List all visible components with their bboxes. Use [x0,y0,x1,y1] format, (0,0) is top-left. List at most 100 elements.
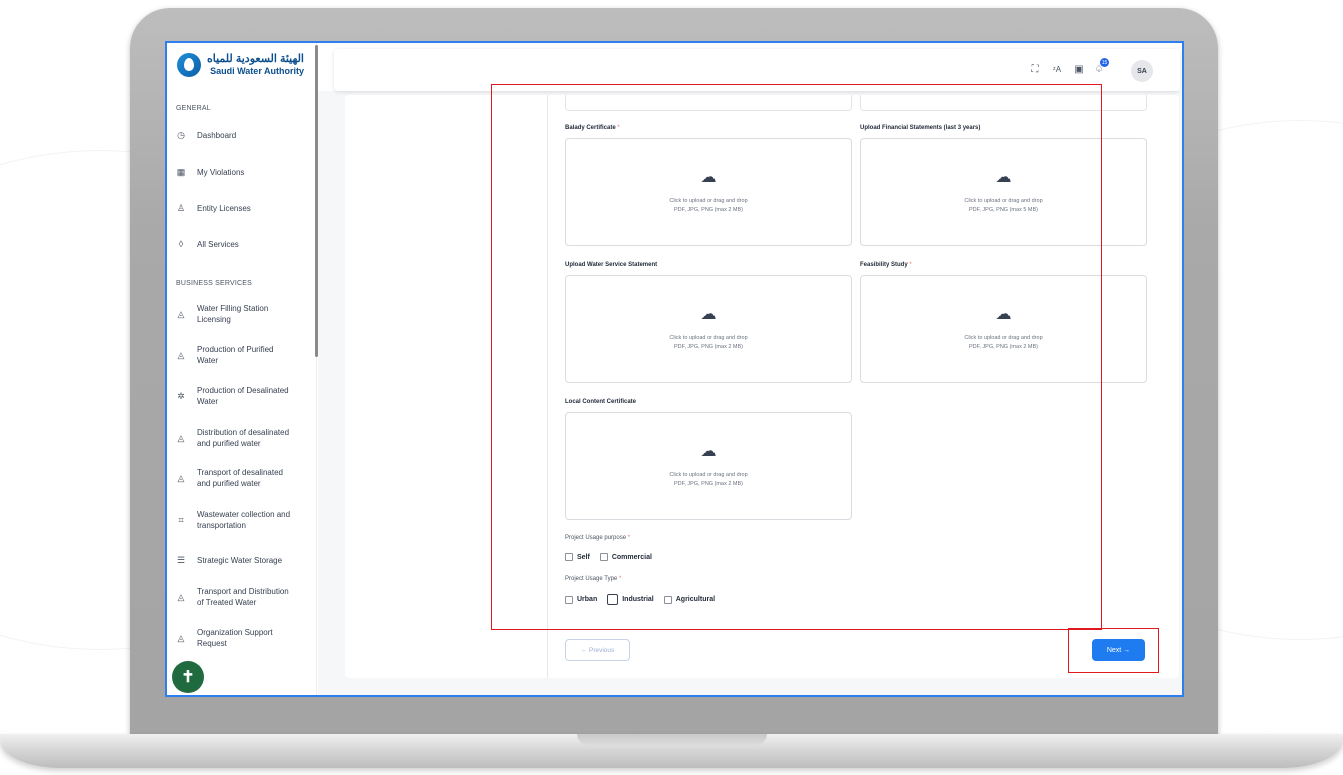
cloud-upload-icon: ☁︎ [995,306,1012,323]
drop-icon: ◬ [177,472,185,483]
fullscreen-icon[interactable]: ⛶ [1029,63,1041,75]
required-mark: * [617,125,620,131]
translate-icon[interactable]: ᶻA [1051,63,1063,75]
laptop-notch [577,734,767,745]
sidebar-item-label: Distribution of desalinated [197,428,290,437]
avatar[interactable]: SA [1131,60,1153,82]
arrow-left-icon: ← [580,646,589,654]
usage-purpose-label: Project Usage purpose * [565,535,630,541]
sidebar-item-production-purified-water[interactable]: ◬ Production of Purified Water [176,344,312,366]
checkbox-industrial[interactable] [607,594,619,605]
upload-formats: PDF, JPG, PNG (max 2 MB) [673,344,744,350]
sidebar-item-label: transportation [197,521,246,530]
step-divider [547,95,548,678]
sidebar-item-distribution-water[interactable]: ◬ Distribution of desalinated and purifie… [176,427,312,449]
sidebar-item-transport-water[interactable]: ◬ Transport of desalinated and purified w… [176,467,312,489]
brand-logo[interactable]: الهيئة السعودية للمياه Saudi Water Autho… [177,53,304,77]
clipboard-icon[interactable]: ▣ [1073,63,1085,75]
cloud-upload-icon: ☁︎ [995,169,1012,186]
previous-field-bottom [565,95,852,111]
sidebar-item-label: Water Filling Station [197,304,269,313]
checkbox-label-industrial: Industrial [622,596,654,603]
gauge-icon: ◷ [177,130,185,140]
upload-formats: PDF, JPG, PNG (max 2 MB) [673,481,744,487]
drop-icon: ◬ [177,591,185,602]
sidebar-item-label: Water [197,397,219,406]
cloud-upload-icon: ☁︎ [700,306,717,323]
sidebar-item-my-violations[interactable]: ▦ My Violations [176,167,312,178]
sidebar-item-label: Production of Desalinated [197,386,289,395]
upload-hint: Click to upload or drag and drop [669,198,748,204]
drop-icon: ◬ [177,308,185,319]
section-label-general: GENERAL [176,105,211,112]
usage-type-label-text: Project Usage Type [565,576,618,582]
sidebar-item-label: Organization Support [197,628,273,637]
checkbox-self[interactable] [565,553,573,561]
brand-english: Saudi Water Authority [210,66,304,76]
next-button[interactable]: Next → [1092,639,1145,661]
upload-formats: PDF, JPG, PNG (max 2 MB) [968,344,1039,350]
checkbox-commercial[interactable] [599,553,608,561]
sidebar-item-dashboard[interactable]: ◷ Dashboard [176,130,312,141]
top-bar: ⛶ ᶻA ▣ ♤ 15 SA [334,49,1180,91]
upload-financial-statements[interactable]: ☁︎ Click to upload or drag and drop PDF,… [860,138,1147,246]
field-label-water-service: Upload Water Service Statement [565,262,658,268]
checkbox-label-commercial: Commercial [611,553,652,561]
upload-balady-certificate[interactable]: ☁︎ Click to upload or drag and drop PDF,… [565,138,852,246]
required-mark: * [627,535,631,541]
accessibility-icon: ✝ [181,669,195,686]
upload-hint: Click to upload or drag and drop [669,472,748,478]
sidebar-item-treated-water[interactable]: ◬ Transport and Distribution of Treated W… [176,586,312,608]
usage-purpose-options: Self Commercial [565,553,662,561]
cloud-upload-icon: ☁︎ [700,169,717,186]
sidebar-item-all-services[interactable]: ◊ All Services [176,239,312,250]
drop-icon: ◬ [177,349,185,360]
sidebar-item-label: and purified water [197,439,261,448]
checkbox-urban[interactable] [565,595,573,604]
sidebar-item-label: My Violations [197,168,245,177]
sidebar-item-label: and purified water [197,479,261,488]
previous-field-bottom [860,95,1147,111]
upload-formats: PDF, JPG, PNG (max 2 MB) [673,207,744,213]
sidebar-item-label: Licensing [197,315,231,324]
sidebar-item-strategic-storage[interactable]: ☰ Strategic Water Storage [176,555,312,566]
field-label-text: Feasibility Study [860,262,908,268]
sidebar-item-production-desalinated-water[interactable]: ✲ Production of Desalinated Water [176,385,312,407]
upload-feasibility-study[interactable]: ☁︎ Click to upload or drag and drop PDF,… [860,275,1147,383]
checkbox-label-self: Self [577,553,590,561]
checkbox-label-agricultural: Agricultural [675,596,716,603]
drop-icon: ◊ [178,239,184,249]
field-label-local-content: Local Content Certificate [565,399,637,405]
sidebar-item-label: of Treated Water [197,598,257,607]
sidebar-item-label: Entity Licenses [197,204,251,213]
upload-hint: Click to upload or drag and drop [964,335,1043,341]
sidebar-item-label: Transport of desalinated [197,468,283,477]
cloud-upload-icon: ☁︎ [700,443,717,460]
accessibility-button[interactable]: ✝ [172,661,204,693]
sidebar-item-label: Strategic Water Storage [197,556,283,565]
sidebar-item-entity-licenses[interactable]: ♙ Entity Licenses [176,203,312,214]
drop-icon: ◬ [177,632,185,643]
field-label-feasibility: Feasibility Study * [860,262,912,268]
upload-water-service-statement[interactable]: ☁︎ Click to upload or drag and drop PDF,… [565,275,852,383]
field-label-financial-statements: Upload Financial Statements (last 3 year… [860,125,981,131]
upload-local-content-certificate[interactable]: ☁︎ Click to upload or drag and drop PDF,… [565,412,852,520]
pipes-icon: ⌗ [178,514,184,525]
app-screen: الهيئة السعودية للمياه Saudi Water Autho… [165,41,1184,697]
sidebar-item-label: Production of Purified [197,345,274,354]
required-mark: * [909,262,912,268]
sidebar-item-label: Transport and Distribution [197,587,289,596]
arrow-right-icon: → [1121,646,1131,654]
sidebar-item-water-filling-station[interactable]: ◬ Water Filling Station Licensing [176,303,312,325]
usage-type-label: Project Usage Type * [565,576,621,582]
sidebar-item-organization-support[interactable]: ◬ Organization Support Request [176,627,312,649]
notification-badge: 15 [1100,58,1109,67]
checkbox-label-urban: Urban [577,596,598,603]
sidebar-item-label: Wastewater collection and [197,510,291,519]
next-label: Next [1106,646,1122,654]
sidebar-item-wastewater[interactable]: ⌗ Wastewater collection and transportatio… [176,509,312,531]
previous-button[interactable]: ← Previous [565,639,630,661]
storage-icon: ☰ [176,555,186,565]
checkbox-agricultural[interactable] [663,595,672,604]
usage-purpose-label-text: Project Usage purpose [565,535,627,541]
